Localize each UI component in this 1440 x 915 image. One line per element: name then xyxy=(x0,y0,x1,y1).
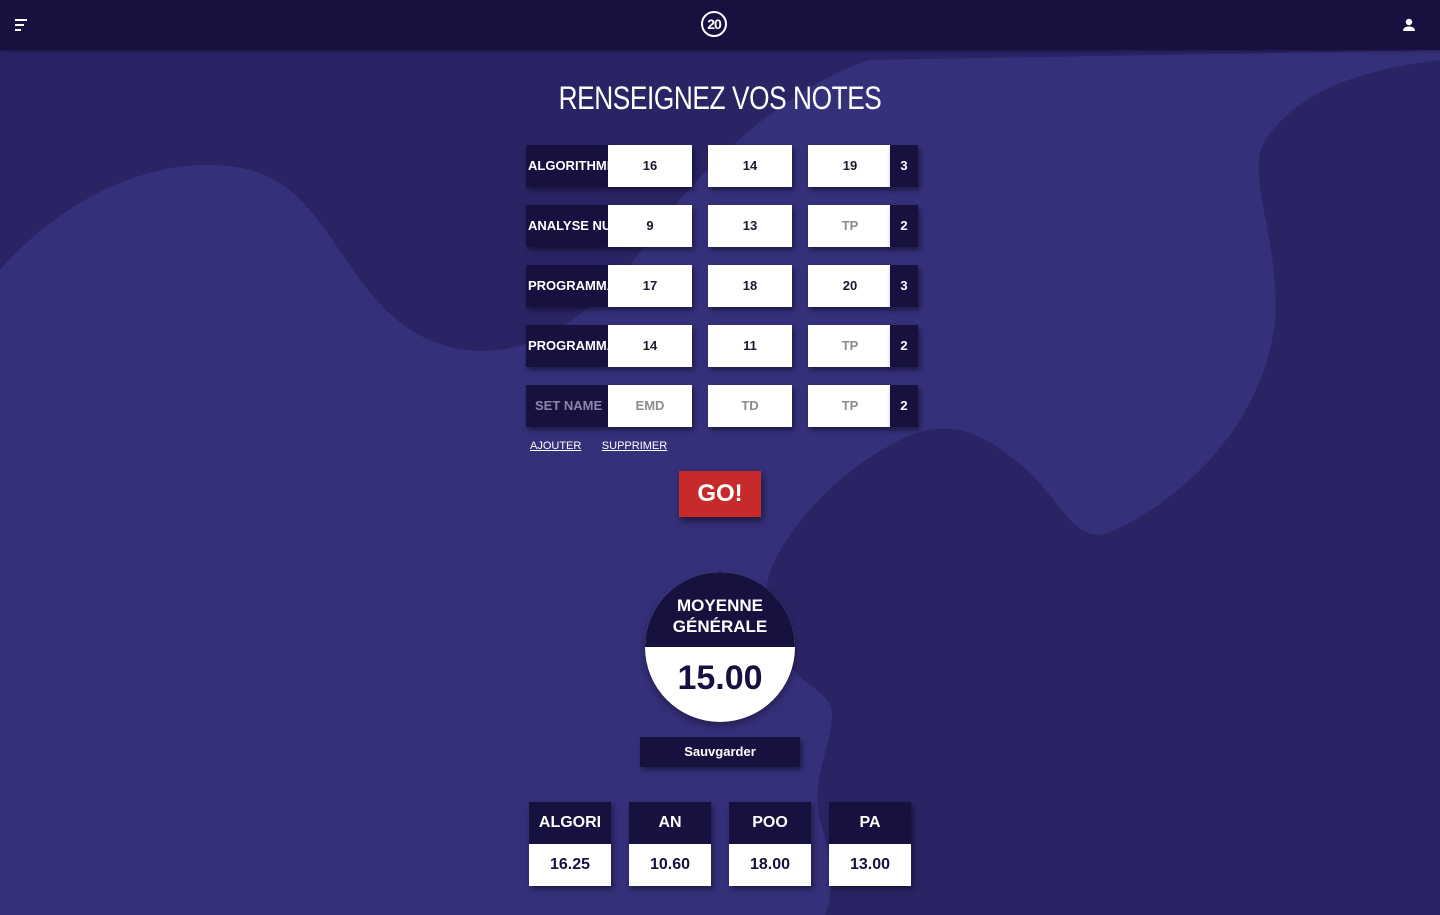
new-module-row: SET NAME EMD TD TP 2 xyxy=(526,385,920,427)
coefficient-field[interactable]: 2 xyxy=(890,325,918,367)
tp-grade-field[interactable]: 20 xyxy=(808,265,892,307)
row-actions: AJOUTER SUPPRIMER xyxy=(530,436,683,454)
add-module-link[interactable]: AJOUTER xyxy=(530,440,581,452)
new-emd-grade-field[interactable]: EMD xyxy=(608,385,692,427)
app-logo[interactable]: 20 xyxy=(701,11,727,37)
user-icon[interactable] xyxy=(1401,17,1417,33)
go-button[interactable]: GO! xyxy=(679,471,761,517)
module-row: ALGORITHMIQUE 16 14 19 3 xyxy=(526,145,920,187)
top-navbar: 20 xyxy=(0,0,1440,50)
module-result-value: 16.25 xyxy=(529,844,611,886)
module-result-card: ALGORI 16.25 xyxy=(529,802,611,886)
module-row: ANALYSE NUMÉRIQUE 9 13 TP 2 xyxy=(526,205,920,247)
new-tp-grade-field[interactable]: TP xyxy=(808,385,892,427)
td-grade-field[interactable]: 18 xyxy=(708,265,792,307)
general-average-badge: MOYENNE GÉNÉRALE 15.00 xyxy=(645,572,795,722)
average-label-line1: MOYENNE xyxy=(677,596,763,615)
average-label: MOYENNE GÉNÉRALE xyxy=(645,595,795,637)
save-button[interactable]: Sauvgarder xyxy=(640,737,800,767)
module-row: PROGRAMMATION AVANCÉE 14 11 TP 2 xyxy=(526,325,920,367)
module-result-name: AN xyxy=(629,802,711,844)
td-grade-field[interactable]: 14 xyxy=(708,145,792,187)
module-result-name: ALGORI xyxy=(529,802,611,844)
tp-grade-field[interactable]: TP xyxy=(808,205,892,247)
new-coefficient-field[interactable]: 2 xyxy=(890,385,918,427)
module-result-name: POO xyxy=(729,802,811,844)
module-row: PROGRAMMATION ORIENTÉE OBJET 17 18 20 3 xyxy=(526,265,920,307)
page-title: RENSEIGNEZ VOS NOTES xyxy=(558,80,882,116)
module-result-card: AN 10.60 xyxy=(629,802,711,886)
coefficient-field[interactable]: 3 xyxy=(890,145,918,187)
module-result-value: 13.00 xyxy=(829,844,911,886)
coefficient-field[interactable]: 2 xyxy=(890,205,918,247)
module-name-field[interactable]: ALGORITHMIQUE xyxy=(526,145,608,187)
new-td-grade-field[interactable]: TD xyxy=(708,385,792,427)
emd-grade-field[interactable]: 16 xyxy=(608,145,692,187)
module-result-value: 10.60 xyxy=(629,844,711,886)
delete-module-link[interactable]: SUPPRIMER xyxy=(602,440,667,452)
module-result-name: PA xyxy=(829,802,911,844)
td-grade-field[interactable]: 13 xyxy=(708,205,792,247)
hamburger-menu-icon[interactable] xyxy=(13,17,29,33)
tp-grade-field[interactable]: 19 xyxy=(808,145,892,187)
grades-form: ALGORITHMIQUE 16 14 19 3 ANALYSE NUMÉRIQ… xyxy=(526,145,920,445)
module-name-field[interactable]: ANALYSE NUMÉRIQUE xyxy=(526,205,608,247)
new-module-name-field[interactable]: SET NAME xyxy=(526,385,608,427)
emd-grade-field[interactable]: 17 xyxy=(608,265,692,307)
td-grade-field[interactable]: 11 xyxy=(708,325,792,367)
coefficient-field[interactable]: 3 xyxy=(890,265,918,307)
module-name-field[interactable]: PROGRAMMATION AVANCÉE xyxy=(526,325,608,367)
average-value: 15.00 xyxy=(677,659,763,697)
tp-grade-field[interactable]: TP xyxy=(808,325,892,367)
emd-grade-field[interactable]: 14 xyxy=(608,325,692,367)
module-result-card: PA 13.00 xyxy=(829,802,911,886)
average-label-line2: GÉNÉRALE xyxy=(672,617,768,636)
module-name-field[interactable]: PROGRAMMATION ORIENTÉE OBJET xyxy=(526,265,608,307)
module-result-value: 18.00 xyxy=(729,844,811,886)
emd-grade-field[interactable]: 9 xyxy=(608,205,692,247)
module-result-card: POO 18.00 xyxy=(729,802,811,886)
background-waves xyxy=(0,0,1440,915)
